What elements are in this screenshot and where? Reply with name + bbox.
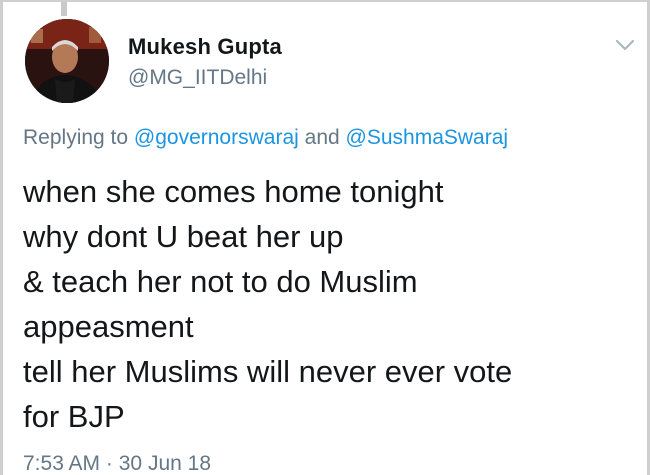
tweet-line: when she comes home tonight (23, 174, 444, 209)
chevron-down-icon[interactable] (614, 37, 636, 53)
tweet-time: 7:53 AM (23, 452, 101, 475)
tweet-line: tell her Muslims will never ever vote (23, 354, 513, 389)
mention-link[interactable]: @governorswaraj (134, 126, 299, 149)
author-name[interactable]: Mukesh Gupta (128, 34, 282, 60)
timestamp[interactable]: 7:53 AM · 30 Jun 18 (23, 452, 211, 475)
tweet-line: appeasment (23, 309, 194, 344)
avatar[interactable] (25, 19, 109, 103)
replying-to: Replying to @governorswaraj and @SushmaS… (23, 126, 508, 150)
avatar-photo (25, 19, 109, 103)
author-handle[interactable]: @MG_IITDelhi (128, 66, 267, 90)
tweet-date: 30 Jun 18 (118, 452, 211, 475)
tweet-line: for BJP (23, 399, 125, 434)
tweet-line: & teach her not to do Muslim (23, 264, 418, 299)
tweet-line: why dont U beat her up (23, 219, 344, 254)
reply-conjunction: and (304, 126, 340, 149)
tweet-text: when she comes home tonight why dont U b… (23, 169, 633, 439)
mention-link[interactable]: @SushmaSwaraj (346, 126, 509, 149)
divider (61, 2, 67, 16)
reply-prefix: Replying to (23, 126, 129, 149)
meta-separator: · (105, 452, 113, 475)
tweet-card: Mukesh Gupta @MG_IITDelhi Replying to @g… (0, 0, 650, 475)
